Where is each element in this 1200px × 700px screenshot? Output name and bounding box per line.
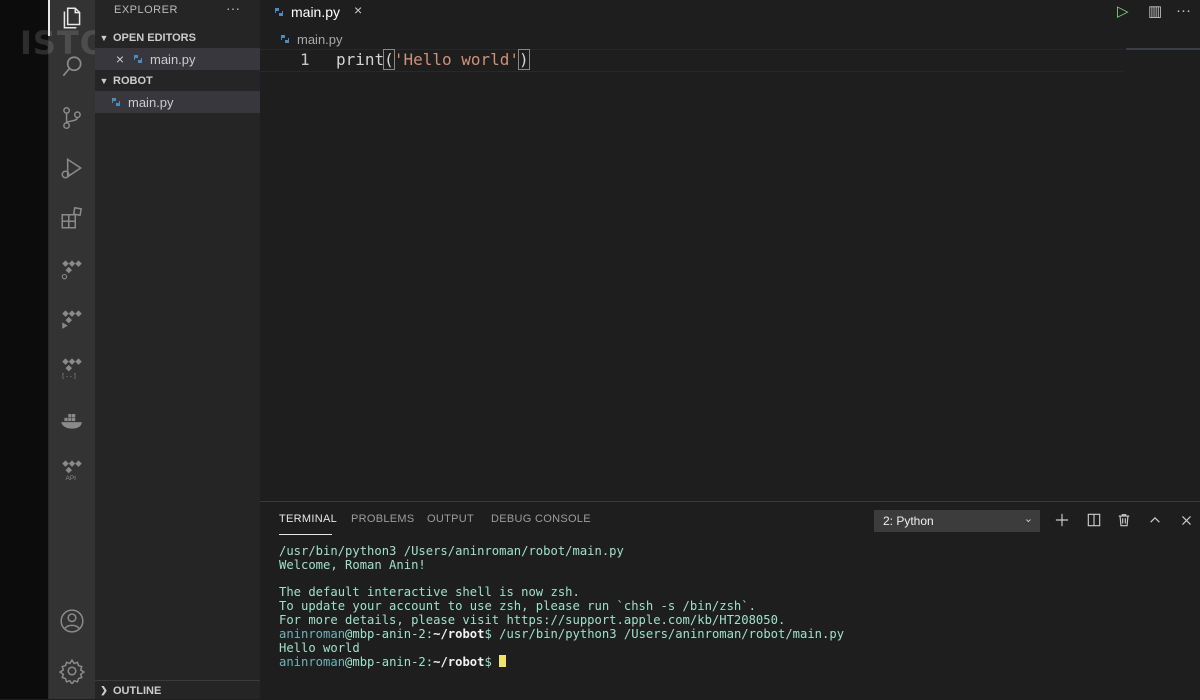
split-terminal-icon[interactable] [1084,510,1104,530]
python-file-icon [275,8,283,16]
file-item-main[interactable]: main.py [95,91,260,113]
editor-area: main.py × ▷ ▥ ··· main.py 1 print('Hello… [260,0,1200,500]
search-icon[interactable] [57,52,87,82]
docker-icon[interactable] [57,405,87,435]
tab-debug-console[interactable]: DEBUG CONSOLE [491,513,591,525]
outline-section[interactable]: ❯ OUTLINE [95,680,260,700]
active-tab-underline [279,534,332,535]
explorer-title: EXPLORER [114,4,178,16]
terminal-select[interactable]: 2: Python ⌄ [874,510,1040,532]
code-paren-close: ) [518,49,530,70]
prompt-path: ~/robot [433,655,485,670]
prompt-user: aninroman [279,655,346,670]
python-file-icon [134,55,142,63]
svg-text:API: API [66,475,77,482]
tab-problems[interactable]: PROBLEMS [351,513,415,525]
terminal-line: Hello world [279,640,360,655]
account-icon[interactable] [57,606,87,636]
test-icon[interactable] [57,303,87,333]
editor-tab-bar: main.py × ▷ ▥ ··· [260,0,1200,24]
files-icon[interactable] [57,3,87,33]
chevron-down-icon: ⌄ [1023,513,1033,525]
extensions-icon[interactable] [57,203,87,233]
close-icon[interactable]: × [113,51,127,67]
prompt-host: @mbp-anin-2: [345,626,434,641]
editor-more-icon[interactable]: ··· [1176,2,1191,22]
terminal-line: To update your account to use zsh, pleas… [279,599,756,614]
prompt-path: ~/robot [433,626,485,641]
code-function: print [336,50,385,69]
terminal-prompt-line: aninroman@mbp-anin-2:~/robot$ /usr/bin/p… [279,626,845,642]
run-file-icon[interactable]: ▷ [1117,2,1129,22]
breadcrumb[interactable]: main.py [280,30,343,48]
python-file-icon [281,35,289,43]
chevron-down-icon: ▼ [99,76,109,86]
code-line[interactable]: print('Hello world') [336,49,530,70]
chevron-up-icon[interactable] [1145,510,1165,530]
python-file-icon [112,98,120,106]
tab-main-py[interactable]: main.py × [260,0,374,24]
code-string: 'Hello world' [393,50,520,69]
open-editor-item-main[interactable]: × main.py [95,48,260,70]
terminal-line: Welcome, Roman Anin! [279,557,426,572]
outline-label: OUTLINE [113,684,162,697]
explorer-more-button[interactable]: ··· [226,0,240,16]
terminal-line: The default interactive shell is now zsh… [279,585,580,600]
active-indicator [48,0,50,36]
close-icon[interactable] [1176,510,1196,530]
tab-label: main.py [291,4,341,20]
terminal-line: For more details, please visit https://s… [279,612,786,627]
chevron-right-icon: ❯ [100,685,108,695]
tab-output[interactable]: OUTPUT [427,513,474,525]
terminal-cursor [499,655,507,668]
split-editor-icon[interactable]: ▥ [1148,2,1162,22]
minimap[interactable] [1126,48,1200,50]
prompt-symbol: $ [484,655,492,670]
file-item-label: main.py [128,94,174,110]
run-debug-icon[interactable] [57,153,87,183]
api-icon[interactable]: API [57,454,87,484]
open-editors-section[interactable]: ▼ OPEN EDITORS [95,27,260,49]
svg-text:[--]: [--] [61,372,77,380]
trash-icon[interactable] [1114,510,1134,530]
robot-folder-section[interactable]: ▼ ROBOT [95,70,260,92]
open-editors-label: OPEN EDITORS [113,32,196,44]
json-icon[interactable]: [--] [57,352,87,382]
settings-gear-icon[interactable] [57,656,87,686]
prompt-command: /usr/bin/python3 /Users/aninroman/robot/… [491,626,845,641]
terminal-line: /usr/bin/python3 /Users/aninroman/robot/… [279,544,624,558]
bottom-panel: TERMINAL PROBLEMS OUTPUT DEBUG CONSOLE 2… [260,501,1200,700]
terminal-output[interactable]: /usr/bin/python3 /Users/aninroman/robot/… [279,544,845,670]
breadcrumb-file: main.py [297,31,343,47]
prompt-user: aninroman [279,626,346,641]
line-number: 1 [300,50,310,69]
left-strip [0,0,48,699]
robot-folder-label: ROBOT [113,75,153,87]
code-paren-open: ( [383,49,395,70]
remote-icon[interactable] [57,253,87,283]
terminal-prompt-line: aninroman@mbp-anin-2:~/robot$ [279,655,844,670]
terminal-select-value: 2: Python [883,514,934,528]
tab-close-icon[interactable]: × [354,2,362,18]
prompt-symbol: $ [484,626,492,641]
chevron-down-icon: ▼ [99,33,109,43]
source-control-icon[interactable] [57,103,87,133]
plus-icon[interactable] [1052,510,1072,530]
prompt-host: @mbp-anin-2: [345,655,434,670]
explorer-sidebar: EXPLORER ··· ▼ OPEN EDITORS × main.py ▼ … [95,0,260,699]
tab-terminal[interactable]: TERMINAL [279,513,337,525]
open-editor-item-label: main.py [150,51,196,67]
